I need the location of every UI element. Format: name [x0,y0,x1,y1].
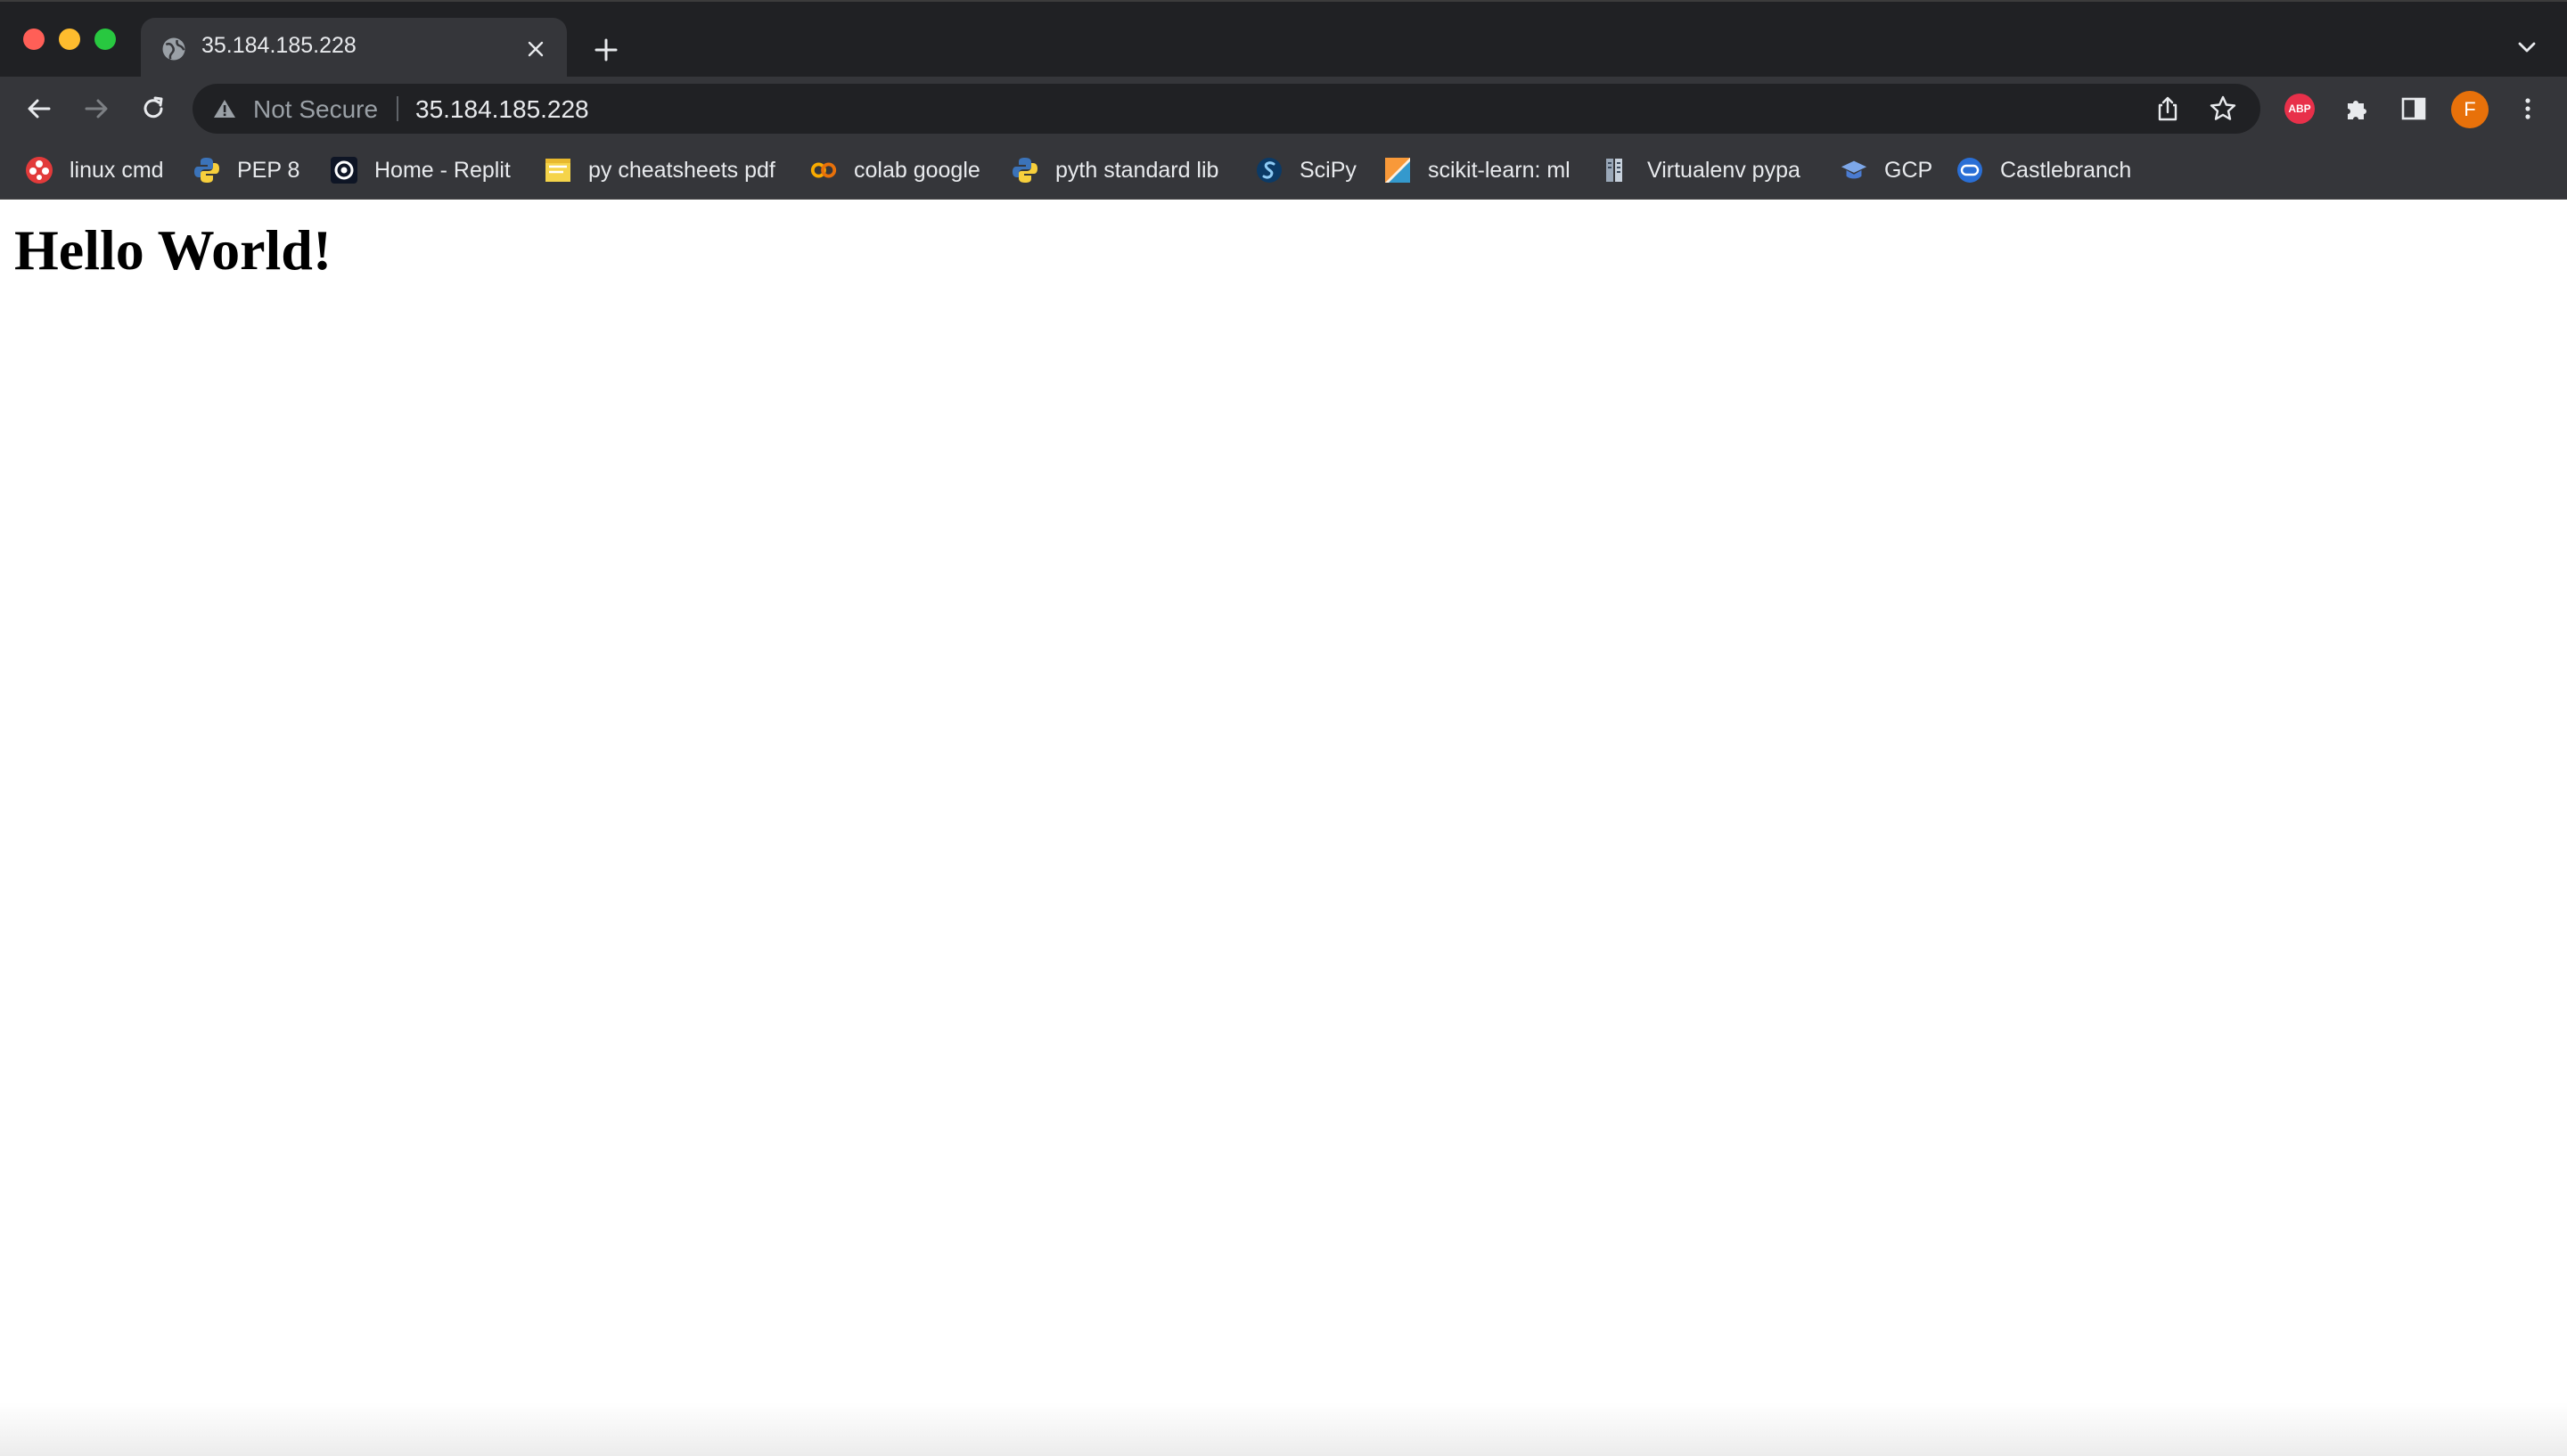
puzzle-icon [2348,101,2366,119]
tab-search-button[interactable] [2512,32,2542,62]
bookmark-linux-cmd[interactable]: linux cmd [16,150,164,191]
arrow-left-icon [28,99,51,119]
close-tab-button[interactable] [522,36,549,62]
close-icon [528,41,544,57]
page-content: Hello World! [0,200,2567,1456]
bottom-shadow [0,1403,2567,1456]
tab-title: 35.184.185.228 [201,33,357,58]
colab-icon [809,156,838,184]
url-text[interactable]: 35.184.185.228 [415,95,589,124]
omnibox-divider [397,96,398,121]
red-flower-icon [25,156,53,184]
security-chip[interactable]: Not Secure [253,95,378,124]
page-heading: Hello World! [14,218,332,282]
bookmarks-bar: linux cmd PEP 8 Home - Replit py cheatsh… [0,141,2567,200]
menu-button[interactable] [2510,91,2546,127]
bookmark-python-stdlib[interactable]: pyth standard lib [1002,150,1218,191]
bookmark-replit[interactable]: Home - Replit [321,150,511,191]
side-panel-icon [2401,97,2426,120]
abp-icon: ABP [2284,94,2315,124]
gcp-icon [1840,156,1868,184]
browser-window: 35.184.185.228 Not Secure 35.184.185.228… [0,0,2567,1456]
bookmark-scipy[interactable]: SciPy [1246,150,1357,191]
bookmark-castlebranch[interactable]: Castlebranch [1947,150,2131,191]
replit-icon [330,156,358,184]
address-bar[interactable]: Not Secure 35.184.185.228 [193,84,2260,134]
pypa-icon [1603,156,1631,184]
side-panel-button[interactable] [2396,91,2432,127]
python-icon [1011,156,1039,184]
reload-icon [144,96,163,119]
bookmark-pep8[interactable]: PEP 8 [184,150,299,191]
profile-avatar[interactable]: F [2451,91,2489,128]
castlebranch-icon [1956,156,1984,184]
warning-icon [214,100,235,118]
tab-active[interactable]: 35.184.185.228 [141,18,567,78]
reload-button[interactable] [134,89,173,128]
bookmark-scikit-learn[interactable]: scikit-learn: ml [1374,150,1571,191]
close-window-button[interactable] [23,29,45,50]
forward-button[interactable] [77,89,116,128]
tab-strip: 35.184.185.228 [0,0,2567,78]
minimize-window-button[interactable] [59,29,80,50]
python-icon [193,156,221,184]
scipy-icon [1255,156,1284,184]
globe-icon [162,37,185,61]
bookmark-star-icon[interactable] [2209,94,2237,123]
bookmark-virtualenv[interactable]: Virtualenv pypa [1594,150,1800,191]
extensions-button[interactable] [2339,91,2374,127]
adblock-extension-button[interactable]: ABP [2282,91,2317,127]
share-icon[interactable] [2153,94,2182,123]
chevron-down-icon [2518,42,2536,53]
cheatsheet-icon [544,156,572,184]
sklearn-icon [1383,156,1412,184]
arrow-right-icon [85,99,108,119]
bookmark-py-cheatsheets[interactable]: py cheatsheets pdf [535,150,775,191]
bookmark-colab[interactable]: colab google [800,150,980,191]
maximize-window-button[interactable] [94,29,116,50]
new-tab-button[interactable] [588,32,624,68]
browser-toolbar: Not Secure 35.184.185.228 ABP F [0,77,2567,141]
kebab-menu-icon [2525,98,2530,119]
back-button[interactable] [20,89,59,128]
plus-icon [595,38,618,61]
bookmark-gcp[interactable]: GCP [1831,150,1932,191]
